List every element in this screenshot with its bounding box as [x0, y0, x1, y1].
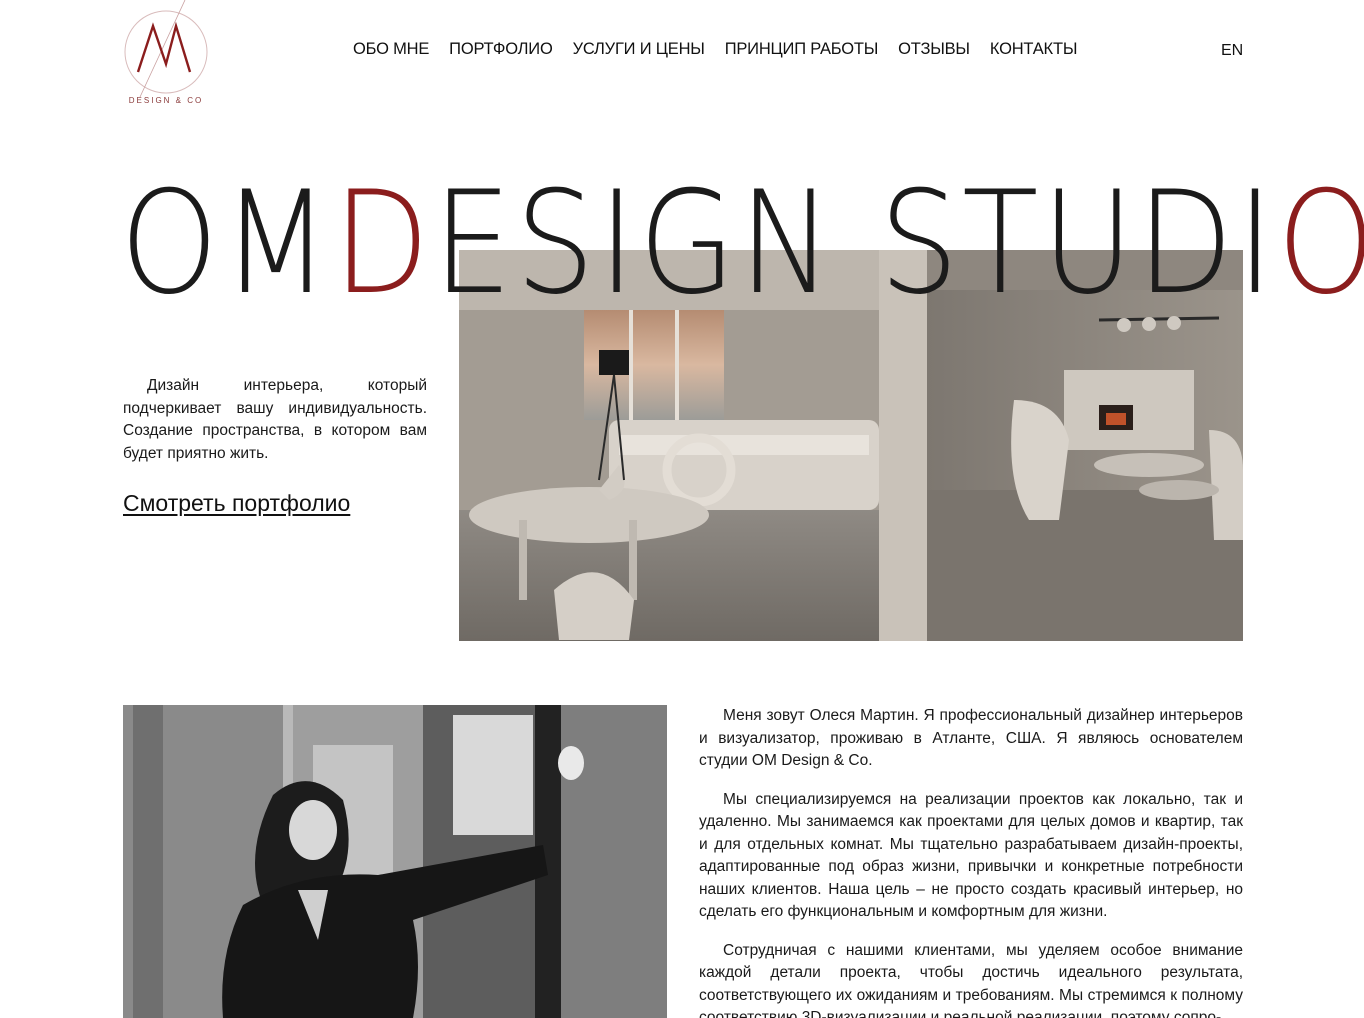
page: DESIGN & CO ОБО МНЕ ПОРТФОЛИО УСЛУГИ И Ц… [0, 0, 1364, 1018]
language-switch[interactable]: EN [1221, 42, 1243, 60]
designer-photo [123, 705, 667, 1018]
hero-title-part2: ESIGN STUDI [432, 161, 1278, 326]
logo-mark-icon [124, 0, 208, 98]
hero-title-part1: OM [120, 161, 334, 326]
about-paragraph-1: Меня зовут Олеся Мартин. Я профессиональ… [699, 707, 1243, 769]
nav-item-process[interactable]: ПРИНЦИП РАБОТЫ [725, 40, 879, 59]
logo[interactable]: DESIGN & CO [118, 0, 214, 112]
logo-text: DESIGN & CO [128, 96, 204, 105]
about-section: Меня зовут Олеся Мартин. Я профессиональ… [699, 705, 1243, 1018]
nav-item-services[interactable]: УСЛУГИ И ЦЕНЫ [573, 40, 705, 59]
hero-title-accent2: O [1277, 161, 1364, 326]
about-paragraph-3: Сотрудничая с нашими клиентами, мы уделя… [699, 941, 1243, 1018]
about-paragraph-2: Мы специализируемся на реализации проект… [699, 790, 1243, 921]
hero-description: Дизайн интерьера, который подчеркивает в… [123, 377, 427, 462]
nav-item-reviews[interactable]: ОТЗЫВЫ [898, 40, 970, 59]
main-nav: ОБО МНЕ ПОРТФОЛИО УСЛУГИ И ЦЕНЫ ПРИНЦИП … [353, 40, 1097, 59]
nav-item-about[interactable]: ОБО МНЕ [353, 40, 429, 59]
view-portfolio-link[interactable]: Смотреть портфолио [123, 490, 350, 517]
hero-title: OMDESIGN STUDIO [120, 173, 1364, 315]
designer-portrait-icon [123, 705, 667, 1018]
nav-item-contacts[interactable]: КОНТАКТЫ [990, 40, 1078, 59]
nav-item-portfolio[interactable]: ПОРТФОЛИО [449, 40, 553, 59]
hero-title-accent1: D [333, 161, 433, 326]
